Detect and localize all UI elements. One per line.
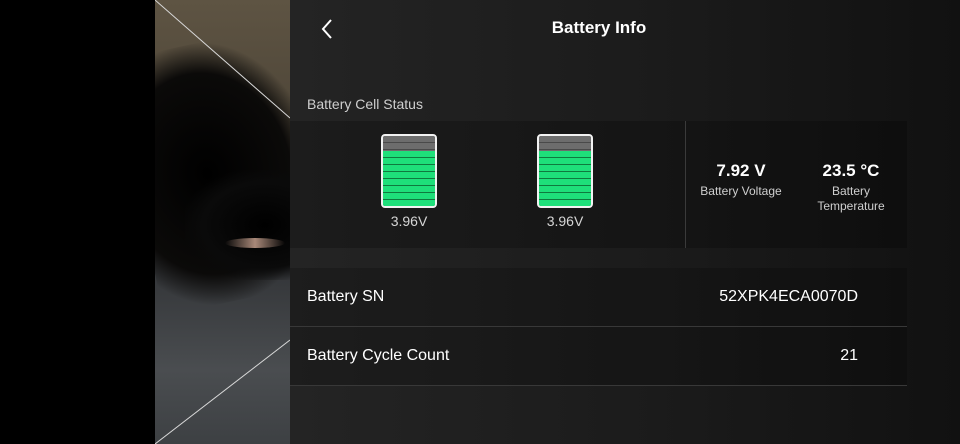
cell-voltage: 3.96V	[546, 213, 584, 229]
battery-cycle-label: Battery Cycle Count	[307, 347, 450, 364]
battery-cell-2: 3.96V	[537, 134, 593, 229]
battery-info-panel: Battery Info Battery Cell Status 3.96V 3…	[290, 0, 960, 444]
battery-temperature-stat: 23.5 °C Battery Temperature	[805, 161, 897, 214]
cell-status-label: Battery Cell Status	[307, 96, 423, 112]
cell-charge-fill	[383, 151, 435, 206]
cell-voltage: 3.96V	[390, 213, 428, 229]
camera-preview	[155, 0, 290, 444]
battery-cycle-row: Battery Cycle Count 21	[290, 327, 907, 386]
battery-cell-icon	[381, 134, 437, 208]
battery-cell-icon	[537, 134, 593, 208]
battery-voltage-stat: 7.92 V Battery Voltage	[694, 161, 788, 199]
cell-status-box: 3.96V 3.96V 7.92 V Battery Voltage 23.5 …	[290, 121, 907, 248]
battery-sn-value: 52XPK4ECA0070D	[719, 288, 858, 305]
framing-guides	[155, 0, 290, 444]
battery-cycle-value: 21	[840, 347, 858, 364]
cells-area: 3.96V 3.96V	[290, 121, 685, 248]
header: Battery Info	[290, 0, 920, 60]
battery-sn-label: Battery SN	[307, 288, 385, 305]
cell-charge-fill	[539, 151, 591, 206]
battery-cell-1: 3.96V	[381, 134, 437, 229]
battery-temperature-label: Battery Temperature	[817, 184, 885, 213]
divider	[685, 121, 686, 248]
battery-voltage-value: 7.92 V	[716, 161, 766, 180]
battery-info-list: Battery SN 52XPK4ECA0070D Battery Cycle …	[290, 268, 907, 386]
left-black-bar	[0, 0, 155, 444]
battery-sn-row: Battery SN 52XPK4ECA0070D	[290, 268, 907, 327]
page-title: Battery Info	[551, 18, 647, 37]
battery-voltage-label: Battery Voltage	[700, 184, 782, 198]
battery-temperature-value: 23.5 °C	[822, 161, 880, 180]
